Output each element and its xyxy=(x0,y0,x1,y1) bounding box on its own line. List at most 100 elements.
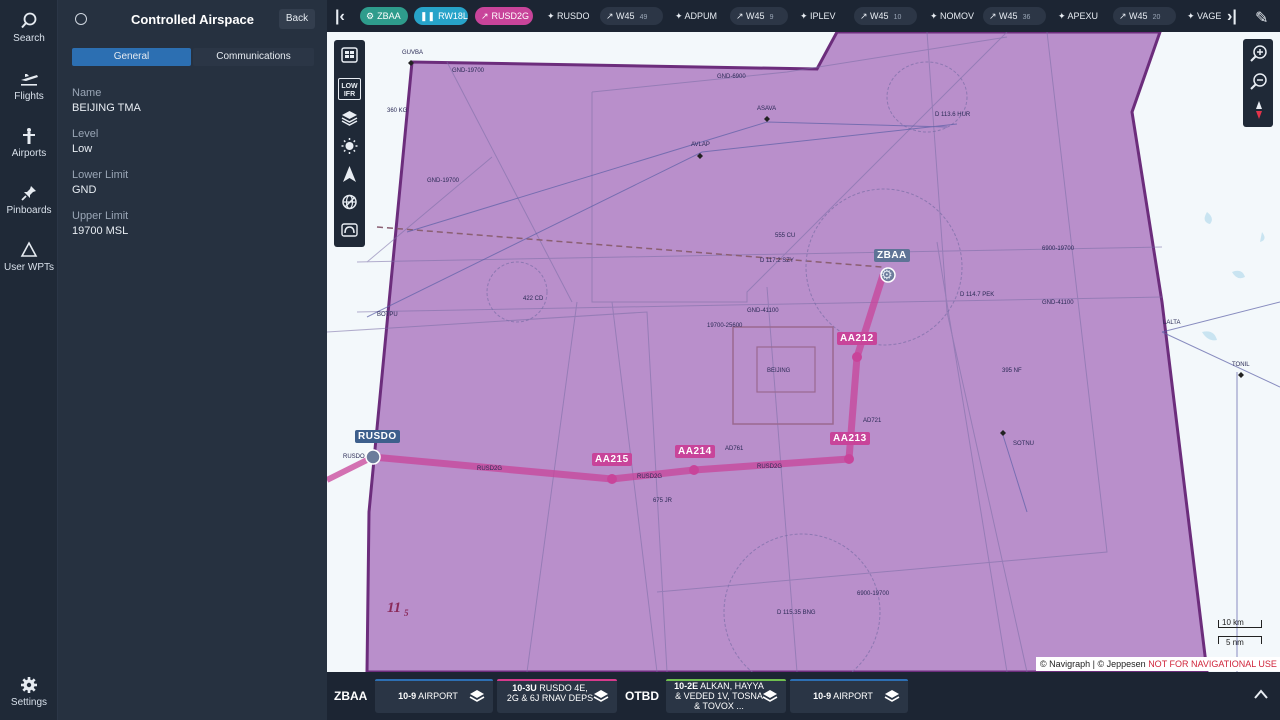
label-mea-6: GND-19700 xyxy=(427,178,460,184)
label-asava: ASAVA xyxy=(757,106,776,112)
sector-number: 11 xyxy=(387,600,401,616)
chevron-up-icon[interactable] xyxy=(1253,688,1269,700)
tab-communications[interactable]: Communications xyxy=(193,48,314,66)
chart-card-1-accent xyxy=(375,679,493,681)
chart-card-4-text: AIRPORT xyxy=(833,691,873,701)
airway-2-count: 9 xyxy=(769,14,774,21)
wp-iplev[interactable]: ✦ IPLEV xyxy=(800,7,836,25)
label-lalta: LALTA xyxy=(1163,320,1180,326)
airspace-polygon[interactable] xyxy=(365,32,1209,672)
globe-icon[interactable] xyxy=(337,190,362,214)
wp-rusdo[interactable]: ✦ RUSDO xyxy=(547,7,590,25)
north-arrow-icon[interactable] xyxy=(337,162,362,186)
airway-3-name: W45 xyxy=(870,11,889,21)
label-guvba: GUVBA xyxy=(402,50,423,56)
chart-card-4[interactable]: 10-9 AIRPORT xyxy=(790,679,908,713)
wp-nomov[interactable]: ✦ NOMOV xyxy=(930,7,974,25)
airway-1[interactable]: ↗ W45 49 xyxy=(600,7,663,25)
nav-flights[interactable]: Flights xyxy=(0,70,58,102)
airway-5[interactable]: ↗ W45 20 xyxy=(1113,7,1176,25)
zoom-out-icon[interactable] xyxy=(1246,70,1271,94)
layers-icon xyxy=(593,690,609,702)
map-view[interactable]: GUVBA ASAVA AVLAP BOTPU AD761 AD721 SOTN… xyxy=(327,32,1280,672)
wp-vage[interactable]: ✦ VAGE xyxy=(1187,7,1222,25)
layers-icon[interactable] xyxy=(337,106,362,130)
layers-icon xyxy=(884,690,900,702)
water-features xyxy=(1202,212,1265,341)
nav-pinboards[interactable]: Pinboards xyxy=(0,184,58,216)
gear-icon xyxy=(21,677,37,693)
low-ifr-toggle[interactable]: LOW IFR xyxy=(338,78,361,100)
label-zbaa[interactable]: ZBAA xyxy=(874,249,910,262)
airway-1-count: 49 xyxy=(639,14,648,21)
airway-2[interactable]: ↗ W45 9 xyxy=(730,7,788,25)
left-nav: Search Flights Airports Pinboards User W… xyxy=(0,0,58,720)
overlay-grid-icon[interactable] xyxy=(337,43,362,67)
map-canvas[interactable]: GUVBA ASAVA AVLAP BOTPU AD761 AD721 SOTN… xyxy=(327,32,1280,672)
airway-4[interactable]: ↗ W45 36 xyxy=(983,7,1046,25)
search-icon xyxy=(21,12,37,29)
departure-icao[interactable]: ZBAA xyxy=(334,689,367,703)
airway-3[interactable]: ↗ W45 10 xyxy=(854,7,917,25)
airway-5-count: 20 xyxy=(1152,14,1161,21)
collapse-right-icon[interactable]: ›| xyxy=(1227,8,1237,26)
layers-icon xyxy=(469,690,485,702)
nav-airports-label: Airports xyxy=(11,148,47,159)
app-root: Search Flights Airports Pinboards User W… xyxy=(0,0,1280,720)
sid-pill[interactable]: ↗ RUSD2G xyxy=(475,7,533,25)
label-aa215[interactable]: AA215 xyxy=(592,453,632,466)
airport-icon xyxy=(23,128,35,144)
holding-pattern-icon[interactable] xyxy=(337,218,362,242)
label-mea-3: 6900-19700 xyxy=(1042,246,1075,252)
label-aa213[interactable]: AA213 xyxy=(830,432,870,445)
airport-pill[interactable]: ⚙ ZBAA xyxy=(360,7,408,25)
runway-pill[interactable]: ❚❚ RW18L xyxy=(414,7,468,25)
label-ndb-cd: 422 CD xyxy=(523,296,544,302)
label-rusd2g-1: RUSD2G xyxy=(477,466,502,472)
label-botpu: BOTPU xyxy=(377,312,398,318)
chart-card-2[interactable]: 10-3U RUSDO 4E, 2G & 6J RNAV DEPS xyxy=(497,679,617,713)
airway-3-count: 10 xyxy=(893,14,902,21)
upper-limit-label: Upper Limit xyxy=(72,210,129,222)
chart-card-2-code: 10-3U xyxy=(512,683,537,693)
airspace-panel: Controlled Airspace Back General Communi… xyxy=(58,0,327,720)
tab-general[interactable]: General xyxy=(72,48,191,66)
nav-settings[interactable]: Settings xyxy=(0,676,58,708)
chart-card-4-code: 10-9 xyxy=(813,691,832,701)
wp-apexu[interactable]: ✦ APEXU xyxy=(1058,7,1098,25)
arrival-icao[interactable]: OTBD xyxy=(625,689,659,703)
map-copyright: © Navigraph | © Jeppesen NOT FOR NAVIGAT… xyxy=(1036,657,1280,671)
compass-icon[interactable] xyxy=(1246,98,1271,122)
zoom-in-icon[interactable] xyxy=(1246,42,1271,66)
brightness-icon[interactable] xyxy=(337,134,362,158)
label-aa214[interactable]: AA214 xyxy=(675,445,715,458)
name-value: BEIJING TMA xyxy=(72,102,141,114)
label-avlap: AVLAP xyxy=(691,142,710,148)
procedure-icon: ↗ xyxy=(481,11,489,21)
chart-card-1-text: AIRPORT xyxy=(418,691,458,701)
label-rusdo-route[interactable]: RUSDO xyxy=(355,430,400,443)
wp-adpum[interactable]: ✦ ADPUM xyxy=(675,7,717,25)
wp-vage-label: VAGE xyxy=(1197,11,1222,21)
collapse-left-icon[interactable]: |‹ xyxy=(335,8,345,26)
scale-km-label: 10 km xyxy=(1222,618,1244,627)
triangle-icon xyxy=(20,241,38,257)
edit-route-icon[interactable]: ✎ xyxy=(1255,8,1268,28)
chart-card-1[interactable]: 10-9 AIRPORT xyxy=(375,679,493,713)
wp-rusdo-label: RUSDO xyxy=(557,11,590,21)
chart-card-3-code: 10-2E xyxy=(674,681,699,691)
nav-flights-label: Flights xyxy=(14,91,44,102)
nav-airports[interactable]: Airports xyxy=(0,127,58,159)
airway-4-name: W45 xyxy=(999,11,1018,21)
label-vor-bng: D 115.35 BNG xyxy=(777,610,816,616)
nav-user-wpts[interactable]: User WPTs xyxy=(0,241,58,273)
wp-nomov-label: NOMOV xyxy=(940,11,975,21)
chart-card-3[interactable]: 10-2E ALKAN, HAYYA & VEDED 1V, TOSNA & T… xyxy=(666,679,786,713)
nav-warning: NOT FOR NAVIGATIONAL USE xyxy=(1148,659,1277,669)
back-button[interactable]: Back xyxy=(279,9,315,29)
label-mea-7: GND-41100 xyxy=(747,308,779,314)
label-aa212[interactable]: AA212 xyxy=(837,332,877,345)
label-ad721: AD721 xyxy=(863,418,882,424)
nav-search[interactable]: Search xyxy=(0,12,58,44)
name-label: Name xyxy=(72,87,102,99)
